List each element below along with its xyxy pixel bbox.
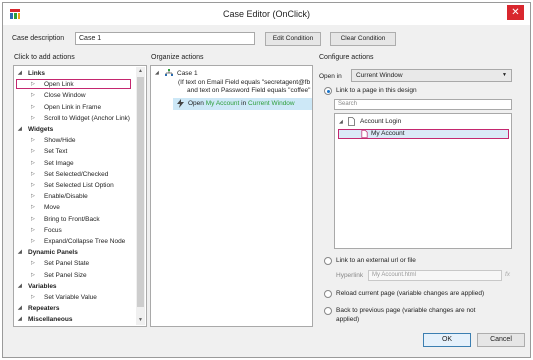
condition-line-1: (If text on Email Field equals "secretag…: [178, 79, 311, 86]
page-icon: [361, 130, 368, 138]
page-search-input[interactable]: Search: [334, 99, 512, 110]
expand-arrow-icon[interactable]: ▷: [31, 102, 35, 113]
actions-scrollbar[interactable]: ▲ ▼: [136, 67, 145, 325]
reload-page-label: Reload current page (variable changes ar…: [336, 290, 485, 297]
case-description-input[interactable]: Case 1: [75, 32, 255, 45]
action-description: Open My Account in Current Window: [188, 100, 295, 107]
group-collapse-arrow-icon[interactable]: ◢: [18, 124, 22, 135]
expand-arrow-icon[interactable]: ▷: [31, 79, 35, 90]
open-in-label: Open in: [319, 73, 342, 80]
action-label: Set Selected/Checked: [44, 170, 109, 178]
expand-arrow-icon[interactable]: ▷: [31, 169, 35, 180]
window-title: Case Editor (OnClick): [222, 9, 311, 19]
action-label: Links: [28, 70, 45, 77]
actions-section-label: Click to add actions: [14, 54, 75, 61]
clear-condition-button[interactable]: Clear Condition: [330, 32, 396, 46]
back-page-label-1: Back to previous page (variable changes …: [336, 307, 476, 314]
chevron-down-icon[interactable]: ▼: [502, 70, 507, 81]
group-collapse-arrow-icon[interactable]: ◢: [18, 281, 22, 292]
action-window: Current Window: [248, 100, 295, 107]
expand-arrow-icon[interactable]: ▷: [31, 214, 35, 225]
link-page-label: Link to a page in this design: [336, 87, 417, 94]
action-label: Show/Hide: [44, 137, 76, 145]
case-name: Case 1: [177, 70, 198, 77]
expand-arrow-icon[interactable]: ▷: [31, 236, 35, 247]
expand-arrow-icon[interactable]: ▷: [31, 113, 35, 124]
open-in-value: Current Window: [356, 72, 403, 79]
action-in: in: [241, 100, 247, 107]
action-label: Dynamic Panels: [28, 249, 78, 257]
condition-line-2: and text on Password Field equals "coffe…: [187, 87, 311, 94]
action-label: Set Panel Size: [44, 271, 87, 279]
external-link-radio[interactable]: [324, 257, 332, 265]
organize-actions-panel[interactable]: ◢ Case 1 (If text on Email Field equals …: [150, 65, 313, 327]
edit-condition-button[interactable]: Edit Condition: [265, 32, 321, 46]
action-label: Repeaters: [28, 305, 60, 313]
scroll-thumb[interactable]: [137, 77, 144, 307]
action-label: Set Text: [44, 148, 68, 156]
action-label: Focus: [44, 226, 62, 234]
action-verb: Open: [188, 100, 204, 107]
page-icon: [348, 117, 355, 126]
action-label: Set Panel State: [44, 260, 90, 268]
ok-button[interactable]: OK: [423, 333, 471, 347]
action-label: Miscellaneous: [28, 316, 73, 324]
scroll-up-icon[interactable]: ▲: [136, 67, 145, 76]
action-label: Open Link in Frame: [44, 103, 102, 111]
group-collapse-arrow-icon[interactable]: ◢: [18, 68, 22, 79]
action-label: Open Link: [44, 81, 74, 89]
action-label: Move: [44, 204, 60, 212]
hyperlink-input[interactable]: My Account.html: [368, 270, 502, 281]
page-tree[interactable]: ◢ Account Login My Account: [334, 113, 512, 249]
back-page-radio[interactable]: [324, 307, 332, 315]
scroll-down-icon[interactable]: ▼: [136, 316, 145, 325]
expand-arrow-icon[interactable]: ▷: [31, 258, 35, 269]
configure-section-label: Configure actions: [319, 54, 374, 61]
expand-arrow-icon[interactable]: ▷: [31, 180, 35, 191]
expand-arrow-icon[interactable]: ▷: [31, 270, 35, 281]
action-label: Close Window: [44, 92, 86, 100]
action-label: Set Selected List Option: [44, 182, 114, 189]
expand-arrow-icon[interactable]: ▷: [31, 135, 35, 146]
expand-arrow-icon[interactable]: ▷: [31, 146, 35, 157]
title-bar: Case Editor (OnClick) ✕: [3, 3, 530, 25]
group-collapse-arrow-icon[interactable]: ◢: [18, 247, 22, 258]
action-label: Variables: [28, 282, 57, 290]
action-label: Expand/Collapse Tree Node: [44, 238, 126, 245]
actions-tree-panel[interactable]: ◢ Links ▷ Open Link ▷ Close Window ▷ Open Link …: [13, 65, 147, 327]
expand-arrow-icon[interactable]: ▷: [31, 191, 35, 202]
expand-arrow-icon[interactable]: ▷: [31, 158, 35, 169]
page-my-account[interactable]: My Account: [371, 130, 405, 137]
action-label: Set Image: [44, 159, 74, 167]
reload-page-radio[interactable]: [324, 290, 332, 298]
case-icon: [165, 69, 173, 76]
action-label: Scroll to Widget (Anchor Link): [44, 114, 130, 122]
group-collapse-arrow-icon[interactable]: ◢: [18, 314, 22, 325]
case-editor-dialog: Case Editor (OnClick) ✕ Case description…: [2, 2, 531, 358]
open-in-select[interactable]: Current Window ▼: [351, 69, 512, 82]
lightning-icon: [177, 99, 184, 108]
expand-arrow-icon[interactable]: ▷: [31, 90, 35, 101]
fx-button[interactable]: fx: [505, 271, 510, 278]
action-target: My Account: [205, 100, 240, 107]
tree-collapse-arrow-icon[interactable]: ◢: [339, 119, 343, 125]
action-label: Bring to Front/Back: [44, 215, 100, 223]
link-page-radio[interactable]: [324, 87, 332, 95]
action-label: Enable/Disable: [44, 193, 88, 201]
page-account-login[interactable]: Account Login: [360, 118, 401, 125]
hyperlink-label: Hyperlink: [336, 272, 364, 279]
expand-arrow-icon[interactable]: ▷: [31, 292, 35, 303]
back-page-label-2: applied): [336, 316, 360, 323]
expand-arrow-icon[interactable]: ▷: [31, 225, 35, 236]
action-label: Set Variable Value: [44, 294, 97, 301]
case-description-label: Case description: [12, 35, 65, 42]
close-button[interactable]: ✕: [507, 5, 524, 20]
action-label: Widgets: [28, 126, 54, 133]
organize-section-label: Organize actions: [151, 54, 204, 61]
external-link-label: Link to an external url or file: [336, 257, 416, 264]
cancel-button[interactable]: Cancel: [477, 333, 525, 347]
case-collapse-arrow-icon[interactable]: ◢: [155, 70, 159, 76]
expand-arrow-icon[interactable]: ▷: [31, 202, 35, 213]
group-collapse-arrow-icon[interactable]: ◢: [18, 303, 22, 314]
